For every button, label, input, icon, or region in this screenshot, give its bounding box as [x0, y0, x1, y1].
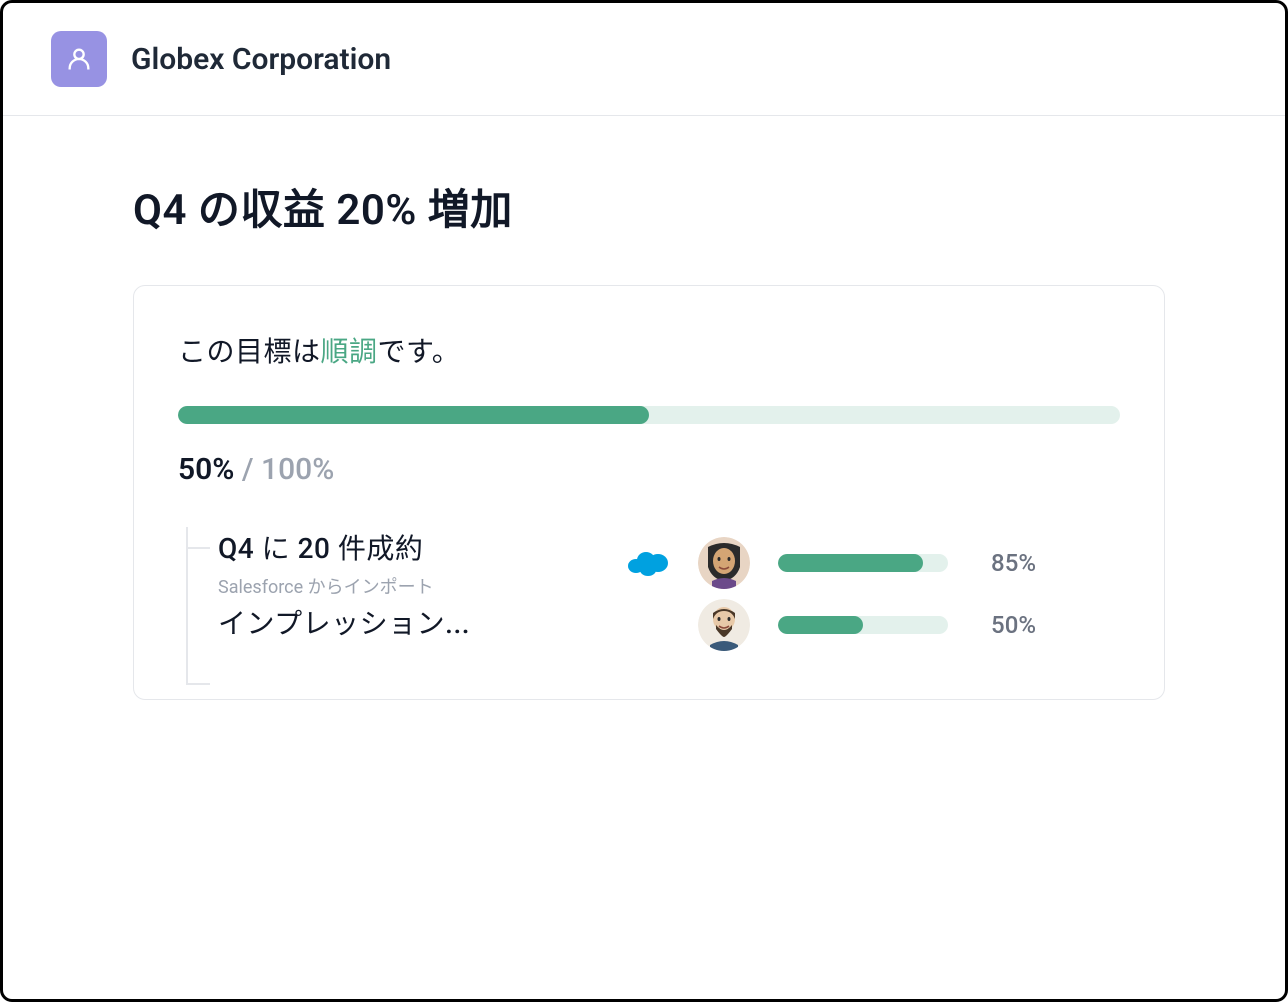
sub-goal-title: インプレッション... — [218, 602, 598, 642]
goal-card: この目標は順調です。 50% / 100% Q4 に 20 件成約 Salesf… — [133, 285, 1165, 700]
org-name: Globex Corporation — [131, 42, 391, 77]
status-prefix: この目標は — [178, 335, 321, 368]
avatar — [698, 599, 750, 651]
tree-connector — [186, 547, 210, 549]
avatar — [698, 537, 750, 589]
sub-goal-item[interactable]: インプレッション... — [218, 599, 1120, 651]
sub-goal-progress-bar — [778, 554, 948, 572]
header: Globex Corporation — [3, 3, 1285, 116]
sub-goal-percent: 50% — [976, 611, 1036, 639]
sub-goal-item[interactable]: Q4 に 20 件成約 Salesforce からインポート — [218, 527, 1120, 599]
tree-connector — [186, 683, 210, 685]
progress-current: 50% — [178, 452, 234, 487]
salesforce-icon — [626, 548, 670, 578]
sub-goal-text: Q4 に 20 件成約 Salesforce からインポート — [218, 527, 598, 599]
progress-separator: / — [234, 452, 261, 487]
goal-progress-fill — [178, 406, 649, 424]
status-suffix: です。 — [378, 335, 461, 368]
sub-goal-progress-fill — [778, 616, 863, 634]
goal-progress-text: 50% / 100% — [178, 452, 1120, 487]
sub-goal-text: インプレッション... — [218, 602, 598, 648]
sub-goal-percent: 85% — [976, 549, 1036, 577]
sub-goal-subtitle: Salesforce からインポート — [218, 573, 598, 599]
progress-total: 100% — [261, 452, 334, 487]
sub-goals-list: Q4 に 20 件成約 Salesforce からインポート — [178, 527, 1120, 651]
org-icon — [51, 31, 107, 87]
goal-progress-bar — [178, 406, 1120, 424]
status-highlight: 順調 — [321, 335, 378, 368]
sub-goal-progress-bar — [778, 616, 948, 634]
tree-connector — [186, 527, 188, 685]
goal-status: この目標は順調です。 — [178, 330, 1120, 370]
content: Q4 の収益 20% 増加 この目標は順調です。 50% / 100% Q4 に… — [3, 116, 1285, 700]
sub-goal-title: Q4 に 20 件成約 — [218, 527, 598, 567]
page-title: Q4 の収益 20% 増加 — [133, 176, 1165, 237]
sub-goal-progress-fill — [778, 554, 923, 572]
